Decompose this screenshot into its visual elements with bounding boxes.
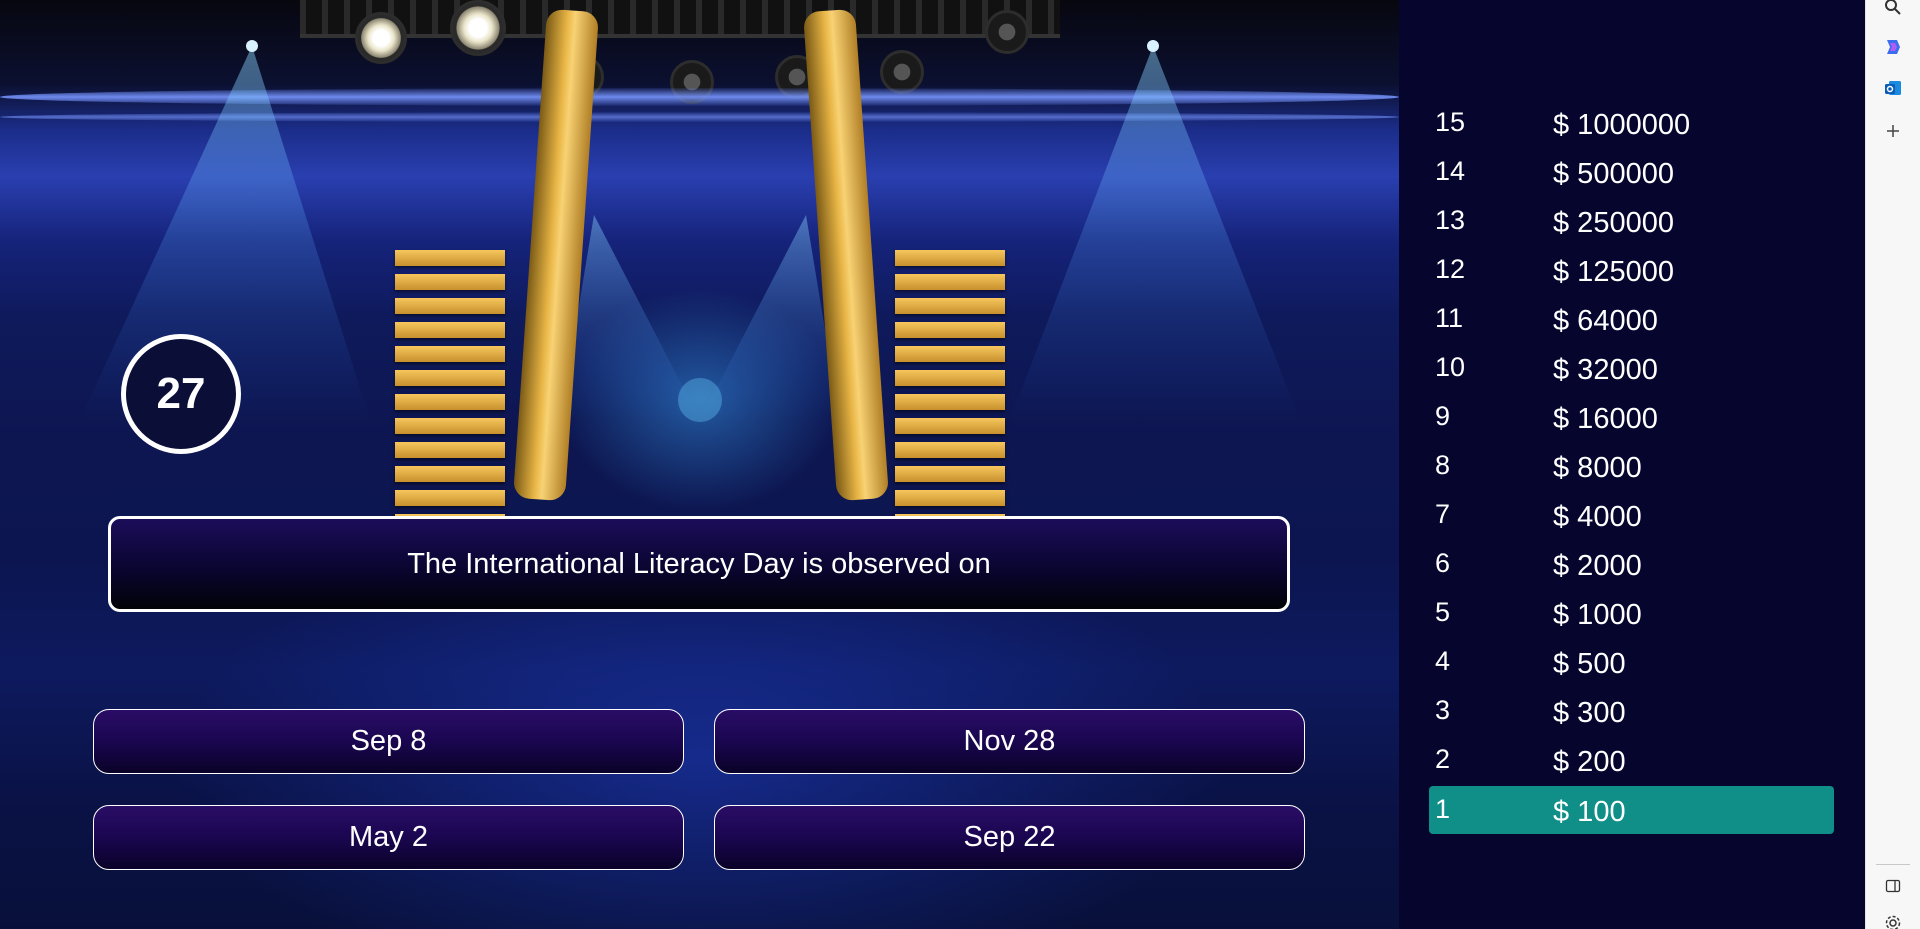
ladder-row: 15 $ 1000000 (1429, 99, 1834, 147)
ladder-row: 12 $ 125000 (1429, 246, 1834, 294)
ladder-level: 14 (1435, 156, 1466, 186)
ladder-level: 4 (1435, 646, 1451, 676)
ladder-row: 10 $ 32000 (1429, 344, 1834, 392)
ladder-amount: $ 500 (1553, 648, 1626, 680)
ladder-level: 3 (1435, 695, 1451, 725)
ladder-amount: $ 16000 (1553, 403, 1658, 435)
add-icon[interactable] (1880, 118, 1906, 144)
ladder-amount: $ 500000 (1553, 158, 1674, 190)
answer-label: Sep 22 (963, 821, 1056, 853)
ladder-row: 3 $ 300 (1429, 687, 1834, 735)
ladder-row: 13 $ 250000 (1429, 197, 1834, 245)
stage-stairs (395, 250, 505, 538)
ladder-amount: $ 125000 (1553, 256, 1674, 288)
ladder-amount: $ 300 (1553, 697, 1626, 729)
ladder-amount: $ 1000000 (1553, 109, 1691, 141)
ladder-row-current: 1 $ 100 (1429, 786, 1834, 834)
ladder-level: 8 (1435, 450, 1451, 480)
answer-option-b[interactable]: Nov 28 (714, 709, 1305, 774)
stage-stairs (895, 250, 1005, 538)
stage-background (0, 0, 1399, 929)
ladder-amount: $ 1000 (1553, 599, 1642, 631)
app-root: 27 The International Literacy Day is obs… (0, 0, 1920, 929)
ladder-level: 1 (1435, 794, 1451, 824)
settings-icon[interactable] (1880, 910, 1906, 929)
ladder-level: 5 (1435, 597, 1451, 627)
ladder-amount: $ 250000 (1553, 207, 1674, 239)
answer-label: Sep 8 (350, 725, 427, 757)
outlook-icon[interactable] (1880, 75, 1906, 101)
answer-option-d[interactable]: Sep 22 (714, 805, 1305, 870)
ladder-level: 11 (1435, 303, 1464, 333)
money-ladder: 15 $ 1000000 14 $ 500000 13 $ 250000 12 … (1399, 0, 1865, 929)
ladder-row: 5 $ 1000 (1429, 589, 1834, 637)
divider (1876, 864, 1910, 865)
question-text: The International Literacy Day is observ… (407, 547, 991, 580)
question-box: The International Literacy Day is observ… (108, 516, 1290, 612)
answer-label: May 2 (349, 821, 428, 853)
answer-option-c[interactable]: May 2 (93, 805, 684, 870)
ladder-level: 7 (1435, 499, 1451, 529)
ladder-row: 11 $ 64000 (1429, 295, 1834, 343)
ladder-amount: $ 2000 (1553, 550, 1642, 582)
ladder-amount: $ 200 (1553, 746, 1626, 778)
ladder-level: 15 (1435, 107, 1466, 137)
ladder-level: 13 (1435, 205, 1466, 235)
ladder-row: 2 $ 200 (1429, 736, 1834, 784)
ladder-amount: $ 32000 (1553, 354, 1658, 386)
ladder-amount: $ 8000 (1553, 452, 1642, 484)
search-icon[interactable] (1880, 0, 1906, 20)
ladder-amount: $ 100 (1553, 796, 1626, 828)
ladder-level: 12 (1435, 254, 1466, 284)
answer-option-a[interactable]: Sep 8 (93, 709, 684, 774)
ladder-row: 7 $ 4000 (1429, 491, 1834, 539)
browser-sidebar (1865, 0, 1920, 929)
ladder-level: 2 (1435, 744, 1451, 774)
ladder-level: 6 (1435, 548, 1451, 578)
ladder-level: 9 (1435, 401, 1451, 431)
copilot-icon[interactable] (1880, 34, 1906, 60)
ladder-row: 6 $ 2000 (1429, 540, 1834, 588)
ladder-row: 14 $ 500000 (1429, 148, 1834, 196)
countdown-timer: 27 (121, 334, 241, 454)
ladder-row: 4 $ 500 (1429, 638, 1834, 686)
sidebar-toggle-icon[interactable] (1880, 873, 1906, 899)
ladder-amount: $ 64000 (1553, 305, 1658, 337)
ladder-row: 9 $ 16000 (1429, 393, 1834, 441)
ladder-amount: $ 4000 (1553, 501, 1642, 533)
answer-label: Nov 28 (963, 725, 1056, 757)
ladder-level: 10 (1435, 352, 1466, 382)
ladder-row: 8 $ 8000 (1429, 442, 1834, 490)
